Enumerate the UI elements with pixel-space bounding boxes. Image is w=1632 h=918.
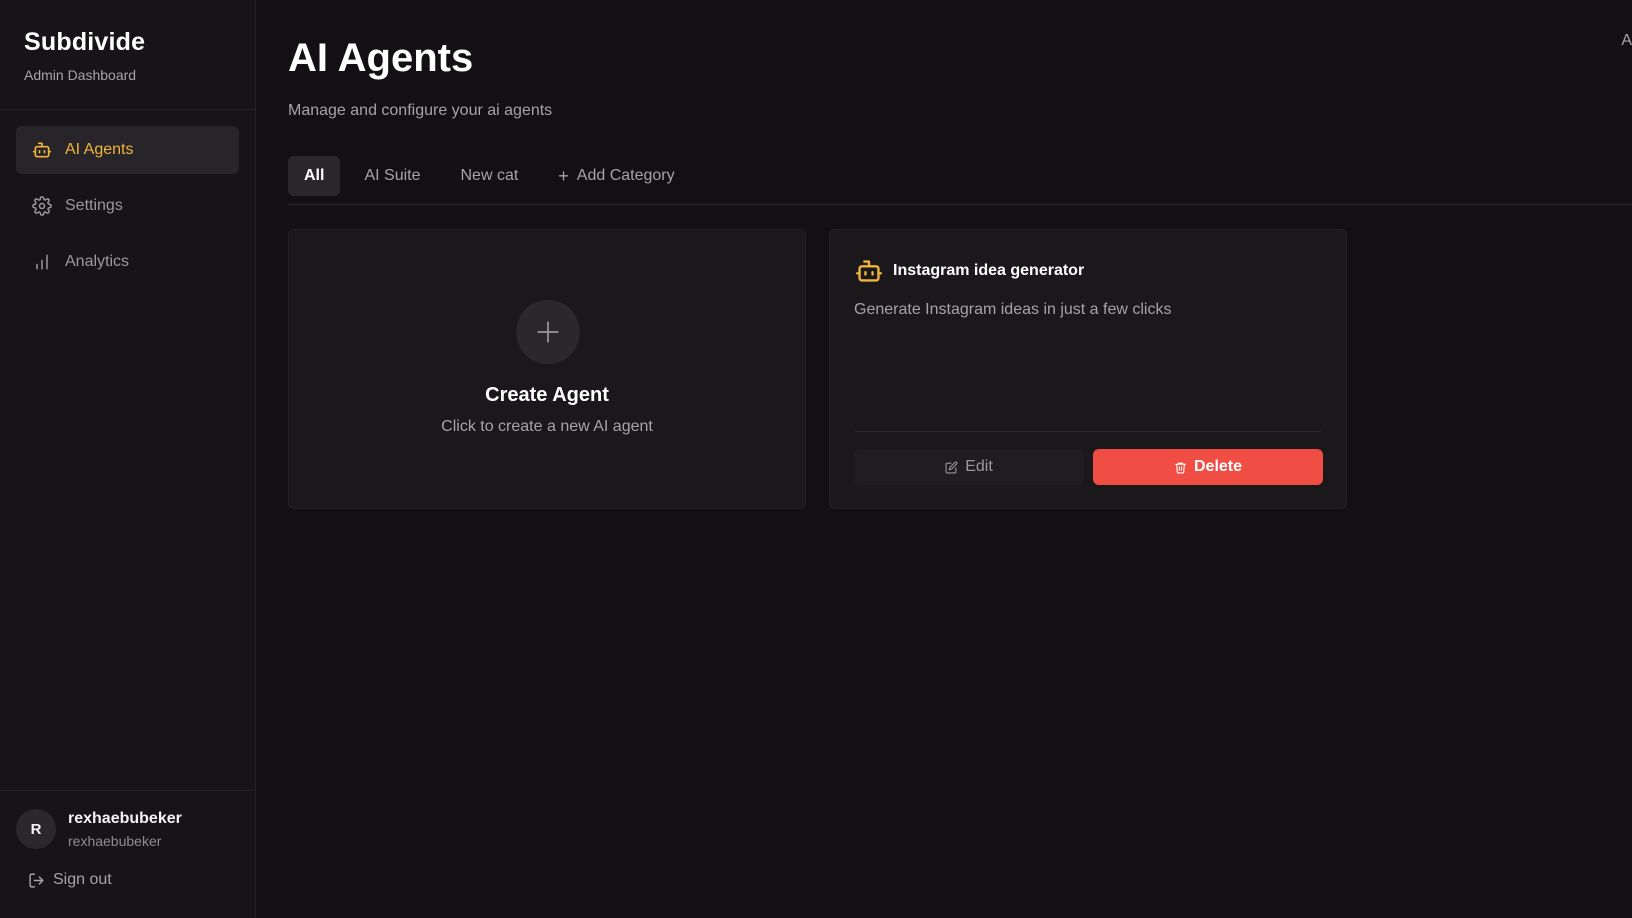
create-agent-card[interactable]: Create Agent Click to create a new AI ag… [288, 229, 806, 509]
page-title: AI Agents [288, 36, 474, 80]
bot-icon [32, 140, 52, 160]
page-subtitle: Manage and configure your ai agents [288, 102, 553, 119]
divider [854, 431, 1322, 432]
tab-new-cat[interactable]: New cat [444, 156, 534, 196]
user-name: rexhaebubeker [68, 809, 182, 827]
edit-button[interactable]: Edit [854, 449, 1084, 485]
sign-out-icon [29, 872, 44, 888]
gear-icon [32, 196, 52, 216]
bot-icon [856, 260, 882, 282]
sign-out-label: Sign out [53, 871, 112, 888]
delete-label: Delete [1193, 458, 1243, 475]
plus-icon [516, 300, 580, 364]
agent-header: Instagram idea generator [854, 258, 1084, 284]
sidebar-item-label: Settings [65, 197, 123, 214]
sidebar-item-ai-agents[interactable]: AI Agents [16, 126, 239, 174]
agent-name: Instagram idea generator [893, 262, 1085, 279]
tab-ai-suite[interactable]: AI Suite [348, 156, 436, 196]
sidebar-item-label: AI Agents [65, 141, 134, 158]
user-info: R rexhaebubeker rexhaebubeker [16, 809, 240, 849]
main-content: AI Agents Manage and configure your ai a… [288, 0, 1632, 918]
avatar: R [16, 809, 56, 849]
tab-all[interactable]: All [288, 156, 341, 196]
app-title: Subdivide [24, 28, 146, 56]
sidebar-item-settings[interactable]: Settings [16, 182, 239, 230]
trash-icon [1175, 462, 1186, 473]
sidebar-item-label: Analytics [65, 253, 130, 270]
add-category-label: Add Category [576, 167, 675, 184]
add-category-button[interactable]: + Add Category [542, 156, 690, 196]
brand-header: Subdivide Admin Dashboard [0, 0, 255, 110]
sidebar-nav: AI Agents Settings Analytics [0, 110, 255, 310]
edit-icon [945, 460, 958, 473]
category-tabs: All AI Suite New cat + Add Category [288, 156, 1632, 205]
agent-card: Instagram idea generator Generate Instag… [829, 229, 1347, 509]
user-panel: R rexhaebubeker rexhaebubeker Sign out [0, 790, 256, 918]
plus-icon: + [558, 165, 569, 186]
sign-out-button[interactable]: Sign out [16, 871, 240, 889]
delete-button[interactable]: Delete [1093, 449, 1323, 485]
app-subtitle: Admin Dashboard [24, 67, 137, 83]
create-agent-subtitle: Click to create a new AI agent [441, 418, 653, 435]
bar-chart-icon [32, 252, 52, 272]
create-agent-title: Create Agent [485, 384, 609, 406]
edit-label: Edit [965, 458, 993, 475]
sidebar: Subdivide Admin Dashboard AI Agents Sett… [0, 0, 256, 918]
user-handle: rexhaebubeker [68, 832, 162, 849]
agent-description: Generate Instagram ideas in just a few c… [854, 301, 1172, 318]
sidebar-item-analytics[interactable]: Analytics [16, 238, 239, 286]
corner-text: A [1621, 32, 1632, 49]
